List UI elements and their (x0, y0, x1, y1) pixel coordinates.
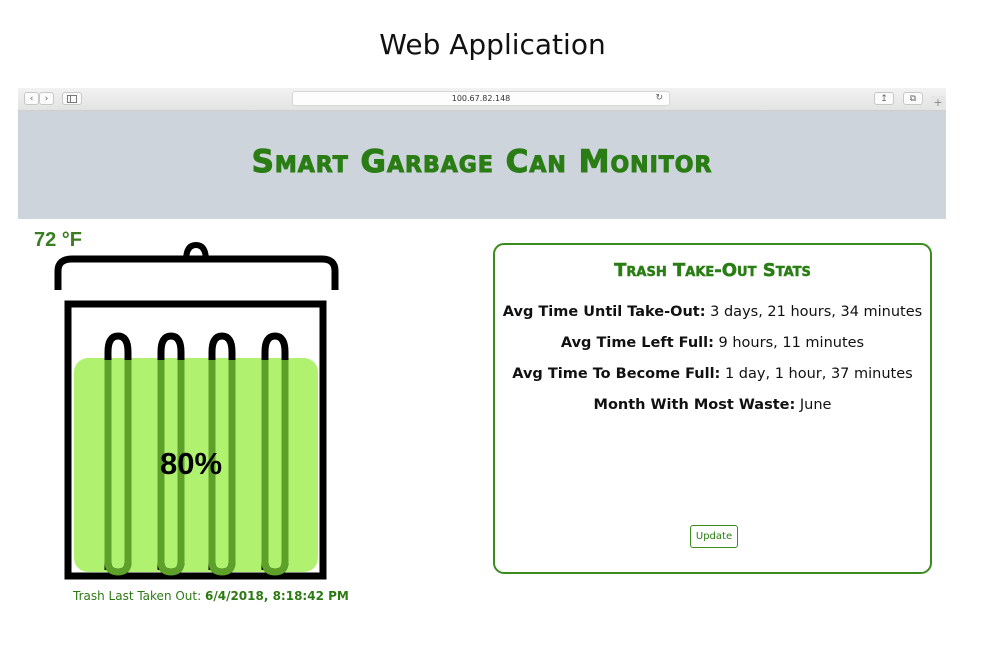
stat-label: Avg Time To Become Full: (512, 366, 721, 382)
fill-percentage: 80% (160, 446, 223, 481)
chevron-right-icon[interactable]: › (39, 92, 54, 105)
last-taken-value: 6/4/2018, 8:18:42 PM (204, 589, 349, 603)
stat-value: 1 day, 1 hour, 37 minutes (720, 366, 913, 382)
stat-label: Month With Most Waste: (593, 397, 796, 413)
app-header: Smart Garbage Can Monitor (18, 111, 946, 219)
page-title: Smart Garbage Can Monitor (251, 144, 713, 181)
page-caption: Web Application (379, 28, 606, 61)
update-button[interactable]: Update (690, 525, 738, 548)
stat-label: Avg Time Left Full: (560, 335, 714, 351)
tabs-icon[interactable]: ⧉ (903, 92, 923, 105)
stat-label: Avg Time Until Take-Out: (502, 304, 706, 320)
sidebar-icon[interactable] (62, 92, 82, 105)
can-lid (54, 255, 339, 290)
last-taken-label: Trash Last Taken Out: (73, 589, 205, 603)
last-taken-out: Trash Last Taken Out: 6/4/2018, 8:18:42 … (73, 589, 349, 603)
stat-avg-until-takeout: Avg Time Until Take-Out: 3 days, 21 hour… (495, 304, 930, 320)
url-text: 100.67.82.148 (451, 94, 511, 103)
stat-value: 9 hours, 11 minutes (713, 335, 865, 351)
share-icon[interactable]: ↥ (874, 92, 894, 105)
browser-toolbar: ‹ › 100.67.82.148 ↻ ↥ ⧉ (18, 88, 946, 111)
stat-avg-become-full: Avg Time To Become Full: 1 day, 1 hour, … (495, 366, 930, 382)
stat-avg-left-full: Avg Time Left Full: 9 hours, 11 minutes (495, 335, 930, 351)
new-tab-button[interactable]: + (931, 96, 945, 110)
reload-icon[interactable]: ↻ (655, 92, 663, 105)
stats-title: Trash Take-Out Stats (614, 260, 811, 282)
garbage-can-icon (54, 241, 339, 580)
stat-value: 3 days, 21 hours, 34 minutes (705, 304, 923, 320)
stat-value: June (795, 397, 832, 413)
address-bar[interactable]: 100.67.82.148 ↻ (292, 91, 670, 106)
stats-panel: Trash Take-Out Stats Avg Time Until Take… (493, 243, 932, 574)
chevron-left-icon[interactable]: ‹ (24, 92, 39, 105)
stat-month-most-waste: Month With Most Waste: June (495, 397, 930, 413)
